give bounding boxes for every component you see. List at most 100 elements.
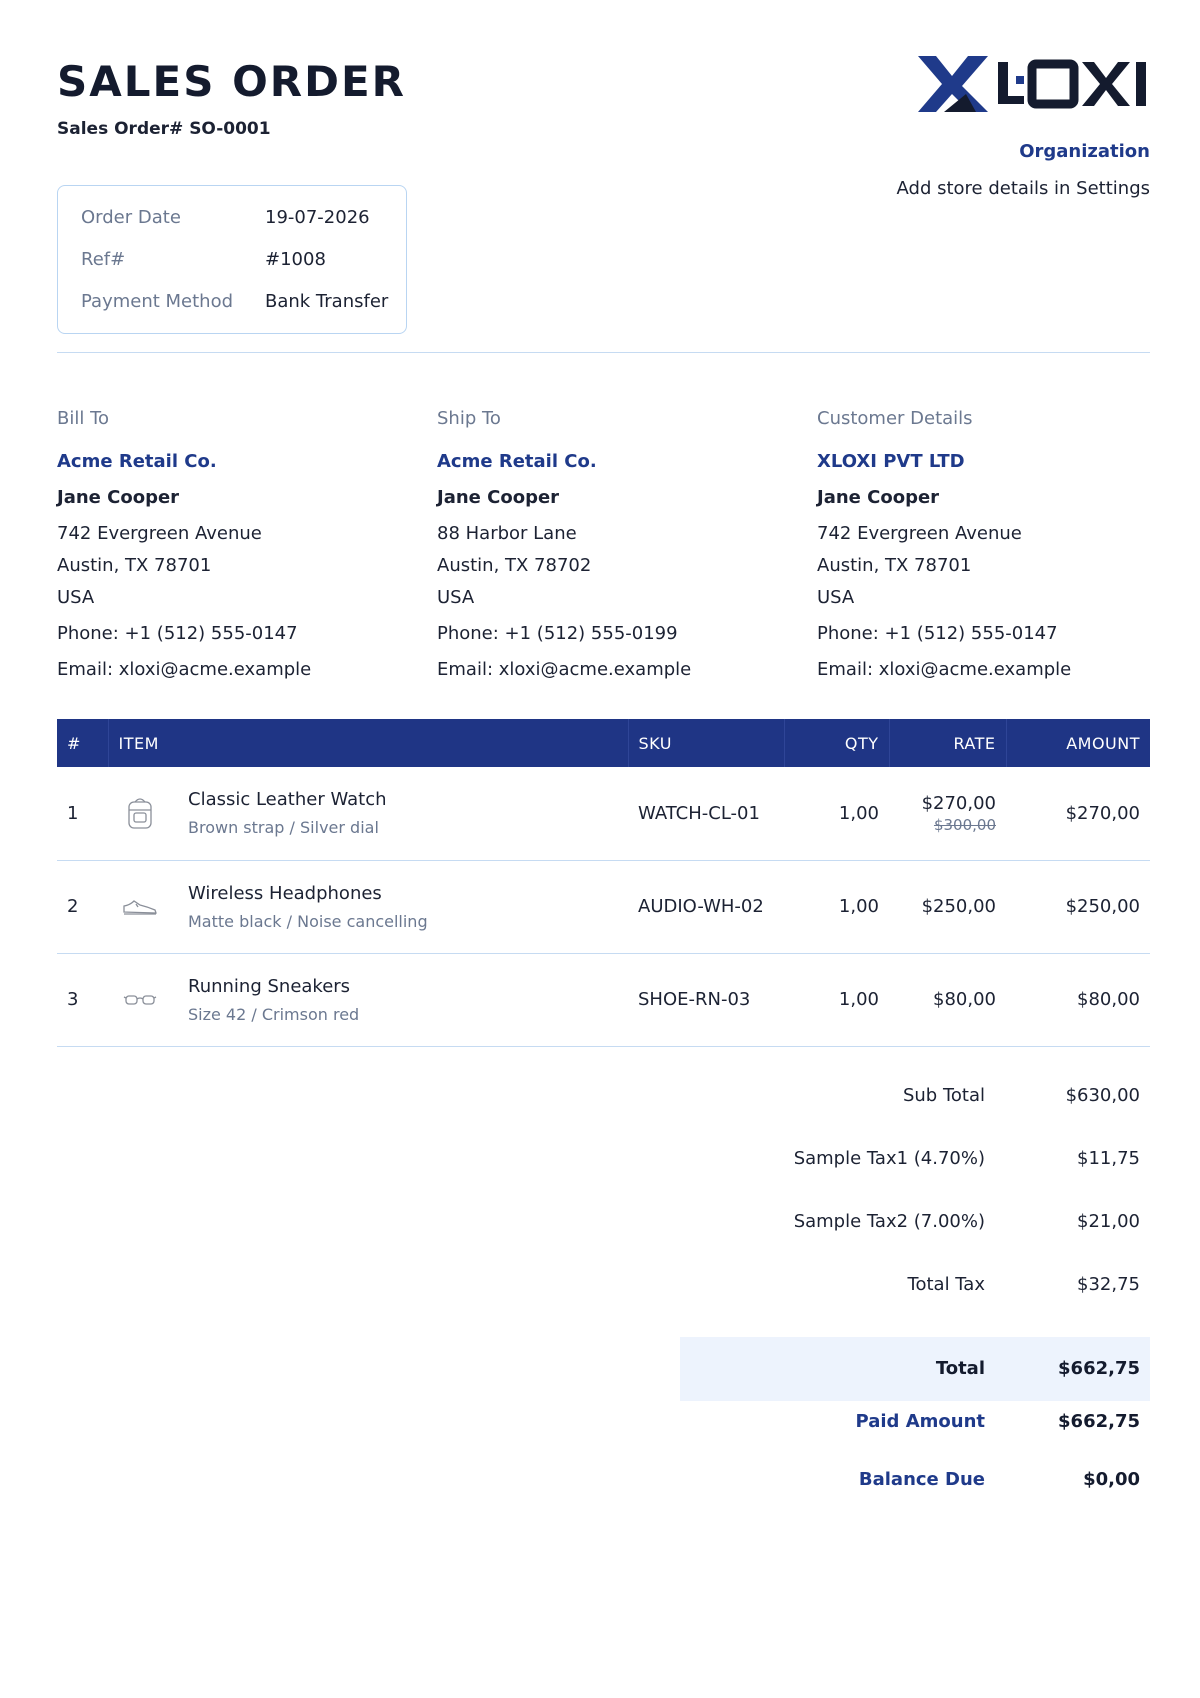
column-header-amount: AMOUNT	[1006, 719, 1150, 767]
company-logo	[918, 56, 1146, 112]
organization-note: Add store details in Settings	[896, 178, 1150, 199]
ship-to-email: Email: xloxi@acme.example	[437, 659, 692, 680]
item-rate-cell: $270,00 $300,00	[889, 767, 1006, 861]
customer-email: Email: xloxi@acme.example	[817, 659, 1072, 680]
customer-address-line: USA	[817, 587, 855, 608]
item-amount: $80,00	[1006, 953, 1150, 1047]
bill-to-block: Bill To Acme Retail Co. Jane Cooper 742 …	[57, 408, 417, 691]
item-sku: SHOE-RN-03	[628, 953, 784, 1047]
ship-to-address-line: Austin, TX 78702	[437, 555, 592, 576]
sub-total-label: Sub Total	[902, 1085, 985, 1106]
item-cell: Classic Leather Watch Brown strap / Silv…	[108, 767, 628, 861]
bill-to-company[interactable]: Acme Retail Co.	[57, 451, 417, 487]
sub-total-value: $630,00	[1065, 1085, 1140, 1106]
paid-amount-label: Paid Amount	[855, 1411, 985, 1432]
column-header-rate: RATE	[889, 719, 1007, 767]
line-items-table: # ITEM SKU QTY RATE AMOUNT 1 Classic Lea…	[57, 719, 1150, 1047]
tax2-label: Sample Tax2 (7.00%)	[793, 1211, 985, 1232]
ship-to-phone: Phone: +1 (512) 555-0199	[437, 623, 678, 644]
organization-name[interactable]: Organization	[1019, 141, 1150, 162]
ship-to-block: Ship To Acme Retail Co. Jane Cooper 88 H…	[437, 408, 797, 691]
sales-order-page: SALES ORDER Sales Order# SO-0001 Organiz…	[0, 0, 1200, 1698]
meta-label: Payment Method	[81, 291, 234, 312]
item-qty: 1,00	[784, 860, 889, 954]
total-row: Total $662,75	[680, 1337, 1150, 1401]
sub-total-row: Sub Total $630,00	[680, 1085, 1150, 1148]
row-number: 2	[57, 860, 108, 954]
glasses-icon	[118, 978, 162, 1022]
total-tax-row: Total Tax $32,75	[680, 1274, 1150, 1337]
column-header-number: #	[57, 719, 109, 767]
header-divider	[57, 352, 1150, 353]
ship-to-address-line: 88 Harbor Lane	[437, 523, 577, 544]
ship-to-person: Jane Cooper	[437, 487, 560, 508]
ship-to-company[interactable]: Acme Retail Co.	[437, 451, 797, 487]
row-number: 3	[57, 953, 108, 1047]
total-tax-label: Total Tax	[907, 1274, 985, 1295]
document-title: SALES ORDER	[57, 57, 407, 106]
customer-company[interactable]: XLOXI PVT LTD	[817, 451, 1177, 487]
column-header-sku: SKU	[628, 719, 785, 767]
item-name[interactable]: Wireless Headphones	[188, 883, 428, 904]
bill-to-email: Email: xloxi@acme.example	[57, 659, 312, 680]
bill-to-phone: Phone: +1 (512) 555-0147	[57, 623, 298, 644]
paid-amount-value: $662,75	[1058, 1411, 1140, 1432]
item-amount: $250,00	[1006, 860, 1150, 954]
total-value: $662,75	[1058, 1358, 1140, 1379]
item-rate-original: $300,00	[933, 815, 996, 834]
table-header-row: # ITEM SKU QTY RATE AMOUNT	[57, 719, 1150, 767]
balance-due-row: Balance Due $0,00	[680, 1464, 1150, 1527]
meta-value: #1008	[265, 249, 326, 270]
tax1-value: $11,75	[1077, 1148, 1140, 1169]
bill-to-person: Jane Cooper	[57, 487, 180, 508]
meta-label: Ref#	[81, 249, 126, 270]
column-header-qty: QTY	[784, 719, 890, 767]
item-rate: $80,00	[889, 953, 1006, 1047]
customer-phone: Phone: +1 (512) 555-0147	[817, 623, 1058, 644]
balance-due-value: $0,00	[1083, 1469, 1140, 1490]
meta-value: 19-07-2026	[265, 207, 370, 228]
meta-value: Bank Transfer	[265, 291, 389, 312]
order-meta-box: Order Date 19-07-2026 Ref# #1008 Payment…	[57, 185, 407, 334]
backpack-icon	[118, 791, 162, 835]
total-tax-value: $32,75	[1077, 1274, 1140, 1295]
sneaker-icon	[118, 885, 162, 929]
column-header-item: ITEM	[108, 719, 629, 767]
tax2-row: Sample Tax2 (7.00%) $21,00	[680, 1211, 1150, 1274]
tax1-row: Sample Tax1 (4.70%) $11,75	[680, 1148, 1150, 1211]
customer-details-block: Customer Details XLOXI PVT LTD Jane Coop…	[817, 408, 1177, 691]
item-qty: 1,00	[784, 767, 889, 861]
tax2-value: $21,00	[1077, 1211, 1140, 1232]
customer-address-line: 742 Evergreen Avenue	[817, 523, 1022, 544]
item-name[interactable]: Running Sneakers	[188, 976, 359, 997]
row-number: 1	[57, 767, 108, 861]
total-label: Total	[935, 1358, 985, 1379]
item-cell: Wireless Headphones Matte black / Noise …	[108, 860, 628, 954]
ship-to-address-line: USA	[437, 587, 475, 608]
item-description: Size 42 / Crimson red	[188, 1004, 360, 1024]
item-description: Matte black / Noise cancelling	[188, 911, 428, 931]
ship-to-label: Ship To	[437, 408, 501, 429]
item-qty: 1,00	[784, 953, 889, 1047]
customer-address-line: Austin, TX 78701	[817, 555, 972, 576]
item-cell: Running Sneakers Size 42 / Crimson red	[108, 953, 628, 1047]
item-rate: $250,00	[889, 860, 1006, 954]
table-row: 1 Classic Leather Watch Brown strap / Si…	[57, 767, 1150, 861]
table-row: 2 Wireless Headphones Matte black / Nois…	[57, 860, 1150, 954]
tax1-label: Sample Tax1 (4.70%)	[793, 1148, 985, 1169]
bill-to-address-line: 742 Evergreen Avenue	[57, 523, 262, 544]
bill-to-address-line: Austin, TX 78701	[57, 555, 212, 576]
paid-amount-row: Paid Amount $662,75	[680, 1401, 1150, 1464]
table-row: 3 Running Sneakers Size 42 / Crimson red…	[57, 953, 1150, 1047]
sales-order-number: Sales Order# SO-0001	[57, 119, 271, 139]
item-rate: $270,00	[921, 792, 996, 814]
item-amount: $270,00	[1006, 767, 1150, 861]
item-description: Brown strap / Silver dial	[188, 818, 379, 838]
bill-to-label: Bill To	[57, 408, 110, 429]
bill-to-address-line: USA	[57, 587, 95, 608]
customer-person: Jane Cooper	[817, 487, 940, 508]
totals-section: Sub Total $630,00 Sample Tax1 (4.70%) $1…	[680, 1085, 1150, 1527]
item-sku: AUDIO-WH-02	[628, 860, 784, 954]
item-name[interactable]: Classic Leather Watch	[188, 789, 387, 810]
meta-label: Order Date	[81, 207, 181, 228]
